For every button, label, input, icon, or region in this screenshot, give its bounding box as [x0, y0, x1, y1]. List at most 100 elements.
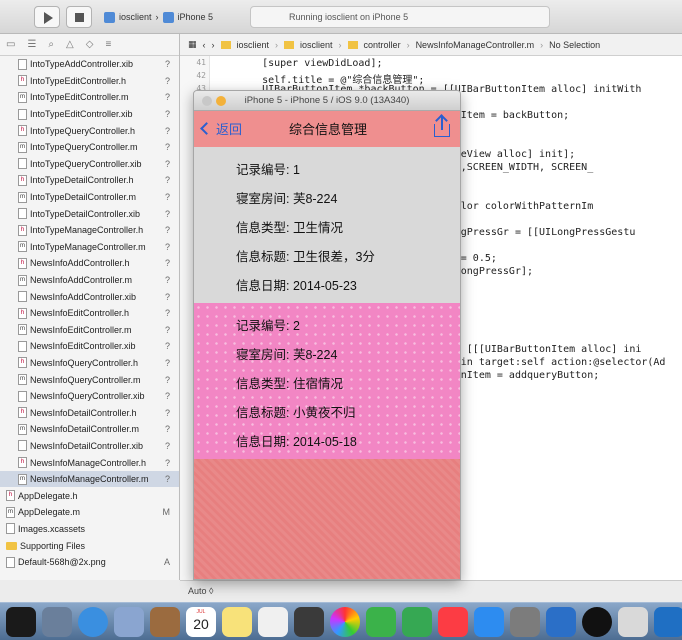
screen-root: iosclient › iPhone 5 Running iosclient o… — [0, 0, 682, 640]
file-row[interactable]: Default-568h@2x.png A — [0, 554, 179, 571]
scm-badge: ? — [164, 92, 170, 103]
m-file-icon: m — [18, 241, 27, 253]
file-row[interactable]: h NewsInfoManageController.h? — [0, 454, 179, 471]
file-row[interactable]: h IntoTypeEditController.h? — [0, 73, 179, 90]
photos-icon[interactable] — [330, 606, 360, 637]
search-icon[interactable]: ⌕ — [48, 39, 54, 50]
file-row[interactable]: m NewsInfoQueryController.m? — [0, 371, 179, 388]
scm-badge: ? — [164, 175, 170, 186]
debug-icon[interactable]: ≡ — [105, 39, 111, 50]
scheme-selector[interactable]: iosclient › iPhone 5 — [104, 8, 213, 26]
m-file-icon: m — [18, 324, 27, 336]
file-name: Images.xcassets — [18, 523, 86, 534]
folder-icon[interactable]: ▭ — [6, 39, 15, 50]
file-row[interactable]: m IntoTypeQueryController.m? — [0, 139, 179, 156]
calendar-icon[interactable]: JUL 20 — [186, 606, 216, 637]
share-button[interactable] — [434, 117, 450, 137]
messages-icon[interactable] — [366, 606, 396, 637]
file-row[interactable]: h IntoTypeQueryController.h? — [0, 122, 179, 139]
run-button[interactable] — [34, 6, 60, 28]
scm-badge: A — [163, 557, 170, 568]
finder-icon[interactable] — [6, 606, 36, 637]
mail-icon[interactable] — [114, 606, 144, 637]
file-row[interactable]: NewsInfoDetailController.xib? — [0, 438, 179, 455]
notes-icon[interactable] — [222, 606, 252, 637]
scm-badge: ? — [164, 192, 170, 203]
file-row[interactable]: h NewsInfoDetailController.h? — [0, 404, 179, 421]
file-name: NewsInfoManageController.m — [30, 474, 149, 485]
file-row[interactable]: m NewsInfoDetailController.m? — [0, 421, 179, 438]
h-file-icon: h — [18, 75, 27, 87]
table-row[interactable]: 记录编号: 2 寝室房间: 芙8-224 信息类型: 住宿情况 信息标题: 小黄… — [194, 303, 460, 459]
kugou-icon[interactable] — [654, 606, 682, 637]
crumb-folder[interactable]: controller — [364, 40, 401, 50]
symbol-icon[interactable]: ☰ — [27, 39, 36, 50]
file-row[interactable]: h NewsInfoQueryController.h? — [0, 355, 179, 372]
file-row[interactable]: m IntoTypeDetailController.m? — [0, 189, 179, 206]
scm-badge: ? — [164, 308, 170, 319]
file-row[interactable]: h NewsInfoAddController.h? — [0, 255, 179, 272]
xcode-icon[interactable] — [546, 606, 576, 637]
grid-icon[interactable]: ▦ — [188, 39, 197, 50]
file-row[interactable]: m IntoTypeManageController.m? — [0, 239, 179, 256]
file-row[interactable]: h IntoTypeManageController.h? — [0, 222, 179, 239]
file-row[interactable]: NewsInfoQueryController.xib? — [0, 388, 179, 405]
chevron-right-icon: › — [406, 39, 410, 50]
file-row[interactable]: NewsInfoEditController.xib? — [0, 338, 179, 355]
file-row[interactable]: m NewsInfoAddController.m? — [0, 272, 179, 289]
file-row[interactable]: m NewsInfoEditController.m? — [0, 322, 179, 339]
forward-arrow-icon[interactable]: › — [212, 40, 215, 50]
photo-booth-icon[interactable] — [294, 606, 324, 637]
file-row[interactable]: Images.xcassets — [0, 521, 179, 538]
file-row[interactable]: m IntoTypeEditController.m? — [0, 89, 179, 106]
chevron-right-icon: › — [155, 12, 159, 22]
share-arrow-icon — [441, 117, 443, 130]
file-row[interactable]: IntoTypeQueryController.xib? — [0, 156, 179, 173]
safari-icon[interactable] — [78, 606, 108, 637]
table-row[interactable]: 记录编号: 1 寝室房间: 芙8-224 信息类型: 卫生情况 信息标题: 卫生… — [194, 147, 460, 303]
file-row[interactable]: IntoTypeDetailController.xib? — [0, 205, 179, 222]
app-store-icon[interactable] — [474, 606, 504, 637]
test-icon[interactable]: ◇ — [86, 39, 94, 50]
file-row[interactable]: IntoTypeEditController.xib? — [0, 106, 179, 123]
file-row[interactable]: IntoTypeAddController.xib? — [0, 56, 179, 73]
back-arrow-icon[interactable]: ‹ — [203, 40, 206, 50]
file-name: IntoTypeAddController.xib — [30, 59, 134, 70]
close-window-button[interactable] — [202, 96, 212, 106]
m-file-icon: m — [18, 473, 27, 485]
auto-selector[interactable]: Auto ◊ — [188, 586, 213, 596]
itunes-icon[interactable] — [438, 606, 468, 637]
record-title: 信息标题: 小黄夜不归 — [236, 406, 356, 420]
crumb-project[interactable]: iosclient — [237, 40, 270, 50]
chevron-right-icon: › — [338, 39, 342, 50]
file-row[interactable]: m NewsInfoManageController.m? — [0, 470, 179, 488]
folder-icon — [347, 40, 358, 49]
code-line: [super viewDidLoad]; — [238, 58, 383, 69]
file-row[interactable]: m AppDelegate.m M — [0, 504, 179, 521]
qq-icon[interactable] — [582, 606, 612, 637]
file-row[interactable]: h NewsInfoEditController.h? — [0, 305, 179, 322]
utility-icon[interactable] — [618, 606, 648, 637]
facetime-icon[interactable] — [402, 606, 432, 637]
file-row[interactable]: NewsInfoAddController.xib? — [0, 288, 179, 305]
device-icon — [162, 11, 174, 23]
file-row[interactable]: h AppDelegate.h — [0, 487, 179, 504]
file-row[interactable]: h IntoTypeDetailController.h? — [0, 172, 179, 189]
contacts-icon[interactable] — [150, 606, 180, 637]
m-file-icon: m — [18, 91, 27, 103]
crumb-selection[interactable]: No Selection — [549, 40, 600, 50]
crumb-file[interactable]: NewsInfoManageController.m — [416, 40, 535, 50]
file-row[interactable]: Supporting Files — [0, 537, 179, 554]
simulator-window: iPhone 5 - iPhone 5 / iOS 9.0 (13A340) 返… — [193, 90, 461, 580]
file-name: AppDelegate.m — [18, 507, 81, 518]
crumb-group[interactable]: iosclient — [300, 40, 333, 50]
file-name: IntoTypeEditController.h — [30, 75, 127, 86]
launchpad-icon[interactable] — [42, 606, 72, 637]
minimize-window-button[interactable] — [216, 96, 226, 106]
reminders-icon[interactable] — [258, 606, 288, 637]
scm-badge: ? — [164, 291, 170, 302]
stop-button[interactable] — [66, 6, 92, 28]
file-list: IntoTypeAddController.xib? h IntoTypeEditC… — [0, 56, 179, 571]
warning-icon[interactable]: △ — [66, 39, 74, 50]
system-preferences-icon[interactable] — [510, 606, 540, 637]
